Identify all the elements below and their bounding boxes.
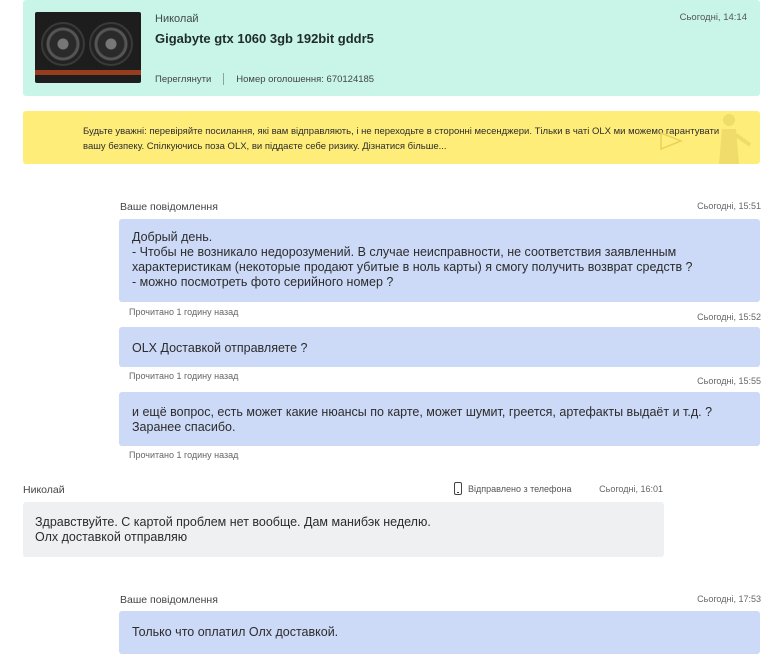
sent-from-phone-text: Відправлено з телефона [468, 483, 572, 494]
outgoing-message-bubble[interactable]: Добрый день. - Чтобы не возникало недоро… [119, 219, 760, 302]
divider [223, 73, 225, 85]
outgoing-message-bubble[interactable]: и ещё вопрос, есть может какие нюансы по… [119, 392, 760, 446]
read-status: Прочитано 1 годину назад [129, 371, 239, 381]
ad-seller-name: Николай [155, 13, 199, 25]
gpu-fan-left [41, 22, 85, 66]
message-line: и ещё вопрос, есть может какие нюансы по… [132, 405, 713, 419]
message-timestamp: Сьогодні, 17:53 [697, 594, 761, 604]
sent-from-phone-note: Відправлено з телефона [454, 482, 571, 495]
gpu-fan-right [89, 22, 133, 66]
warning-text[interactable]: Будьте уважні: перевіряйте посилання, як… [83, 124, 723, 154]
message-line: Только что оплатил Олх доставкой. [132, 625, 339, 639]
ad-timestamp: Сьогодні, 14:14 [679, 12, 747, 23]
safety-warning-banner: Будьте уважні: перевіряйте посилання, як… [23, 111, 760, 164]
message-sender-label: Ваше повідомлення [120, 201, 218, 213]
message-line: OLX Доставкой отправляете ? [132, 341, 308, 355]
message-line: характеристикам (некоторые продают убиты… [132, 260, 693, 274]
message-timestamp: Сьогодні, 15:51 [697, 201, 761, 211]
message-timestamp: Сьогодні, 16:01 [599, 484, 663, 494]
read-status: Прочитано 1 годину назад [129, 450, 239, 460]
message-line: Добрый день. [132, 230, 213, 244]
ad-number: Номер оголошення: 670124185 [236, 73, 375, 85]
message-sender-label: Николай [23, 484, 65, 496]
read-status: Прочитано 1 годину назад [129, 307, 239, 317]
message-line: Олх доставкой отправляю [35, 530, 188, 544]
ad-title[interactable]: Gigabyte gtx 1060 3gb 192bit gddr5 [155, 31, 374, 46]
ad-summary-card[interactable]: Николай Gigabyte gtx 1060 3gb 192bit gdd… [23, 0, 760, 96]
view-ad-link[interactable]: Переглянути [155, 74, 211, 85]
message-timestamp: Сьогодні, 15:52 [697, 312, 761, 322]
message-line: Здравствуйте. С картой проблем нет вообщ… [35, 515, 431, 529]
message-line: - можно посмотреть фото серийного номер … [132, 275, 394, 289]
outgoing-message-bubble[interactable]: OLX Доставкой отправляете ? [119, 327, 760, 367]
ad-links-row: Переглянути Номер оголошення: 670124185 [155, 73, 374, 85]
gpu-accent-stripe [35, 70, 141, 75]
message-sender-label: Ваше повідомлення [120, 594, 218, 606]
warning-illustration [660, 114, 752, 164]
message-line: Заранее спасибо. [132, 420, 236, 434]
mobile-phone-icon [454, 482, 462, 495]
message-line: - Чтобы не возникало недорозумений. В сл… [132, 245, 677, 259]
ad-thumbnail[interactable] [35, 12, 141, 83]
incoming-message-bubble[interactable]: Здравствуйте. С картой проблем нет вообщ… [23, 502, 664, 557]
message-timestamp: Сьогодні, 15:55 [697, 376, 761, 386]
outgoing-message-bubble[interactable]: Только что оплатил Олх доставкой. [119, 611, 760, 654]
